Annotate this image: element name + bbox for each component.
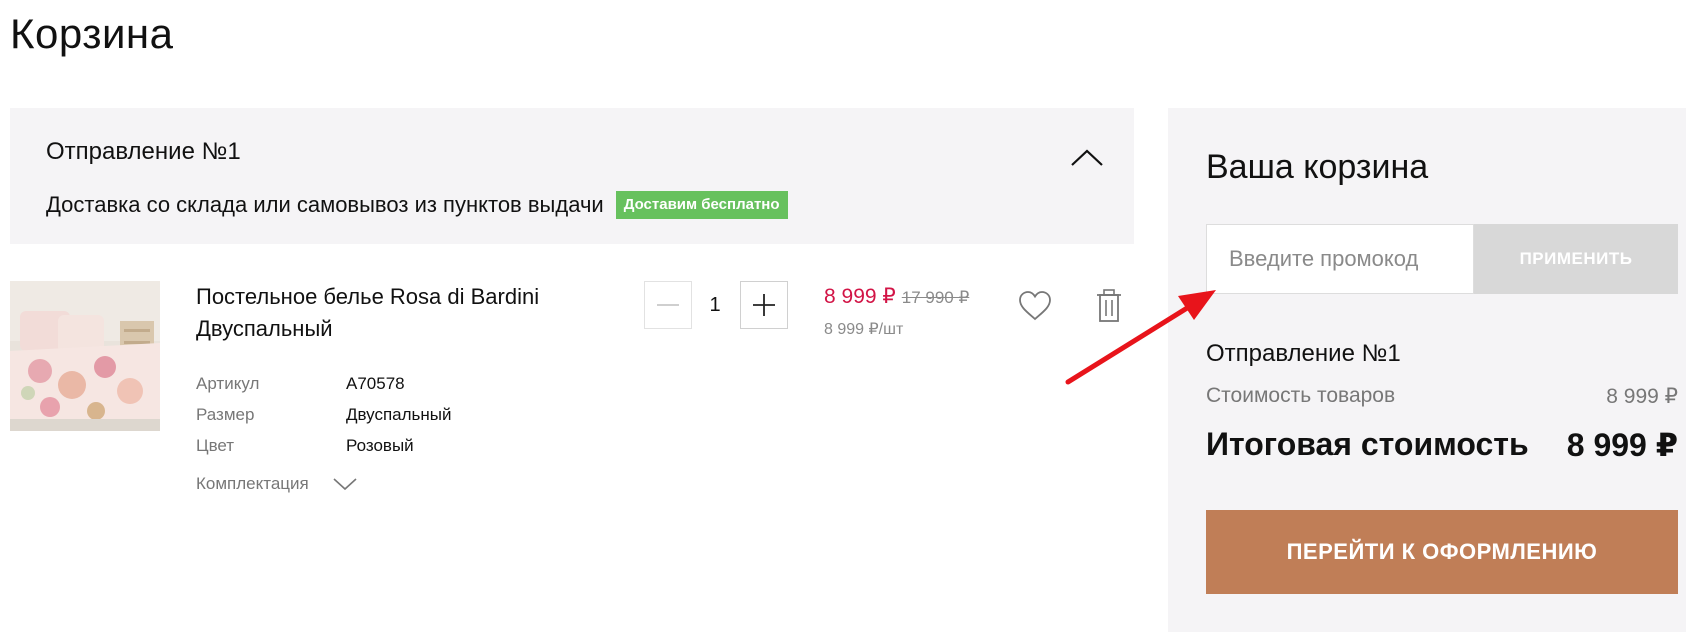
- attribute-row: Артикул A70578: [196, 368, 452, 399]
- quantity-decrease-button[interactable]: [644, 281, 692, 329]
- free-delivery-badge: Доставим бесплатно: [615, 191, 788, 219]
- unit-price: 8 999 ₽/шт: [824, 321, 904, 338]
- attribute-value: A70578: [346, 374, 405, 393]
- kit-toggle[interactable]: Комплектация: [196, 474, 357, 494]
- minus-icon: [657, 304, 679, 306]
- summary-title: Ваша корзина: [1206, 148, 1429, 186]
- old-price: 17 990 ₽: [901, 288, 970, 307]
- chevron-up-icon[interactable]: [1070, 146, 1104, 168]
- attribute-label: Размер: [196, 405, 255, 424]
- attribute-value: Розовый: [346, 436, 414, 455]
- checkout-button[interactable]: ПЕРЕЙТИ К ОФОРМЛЕНИЮ: [1206, 510, 1678, 594]
- price-block: 8 999 ₽ 17 990 ₽ 8 999 ₽/шт: [824, 284, 969, 339]
- goods-cost-row: Стоимость товаров 8 999 ₽: [1206, 384, 1678, 409]
- heart-icon[interactable]: [1018, 290, 1052, 322]
- kit-label: Комплектация: [196, 474, 309, 493]
- attribute-label: Цвет: [196, 436, 235, 455]
- total-value: 8 999 ₽: [1566, 427, 1678, 463]
- cart-summary: Ваша корзина ПРИМЕНИТЬ Отправление №1 Ст…: [1168, 108, 1686, 632]
- attribute-label: Артикул: [196, 374, 260, 393]
- quantity-increase-button[interactable]: [740, 281, 788, 329]
- product-attributes: Артикул A70578 Размер Двуспальный Цвет Р…: [196, 368, 452, 461]
- current-price: 8 999 ₽: [824, 285, 896, 308]
- attribute-row: Цвет Розовый: [196, 430, 452, 461]
- delivery-line: Доставка со склада или самовывоз из пунк…: [46, 191, 788, 219]
- attribute-row: Размер Двуспальный: [196, 399, 452, 430]
- product-image[interactable]: [10, 281, 160, 431]
- product-name[interactable]: Постельное белье Rosa di Bardini Двуспал…: [196, 281, 596, 345]
- shipment-header: Отправление №1 Доставка со склада или са…: [10, 108, 1134, 244]
- trash-icon[interactable]: [1096, 289, 1122, 323]
- apply-promo-button[interactable]: ПРИМЕНИТЬ: [1474, 224, 1678, 294]
- promo-code-input[interactable]: [1206, 224, 1474, 294]
- goods-cost-value: 8 999 ₽: [1606, 385, 1678, 408]
- delivery-text: Доставка со склада или самовывоз из пунк…: [46, 192, 604, 217]
- shipment-title: Отправление №1: [46, 138, 241, 165]
- total-label: Итоговая стоимость: [1206, 426, 1529, 462]
- goods-cost-label: Стоимость товаров: [1206, 384, 1396, 407]
- plus-icon: [753, 294, 775, 316]
- attribute-value: Двуспальный: [346, 405, 452, 424]
- summary-shipment-label: Отправление №1: [1206, 340, 1401, 367]
- page-title: Корзина: [10, 10, 174, 57]
- chevron-down-icon: [333, 478, 357, 491]
- total-row: Итоговая стоимость 8 999 ₽: [1206, 426, 1678, 464]
- quantity-value[interactable]: 1: [700, 281, 730, 329]
